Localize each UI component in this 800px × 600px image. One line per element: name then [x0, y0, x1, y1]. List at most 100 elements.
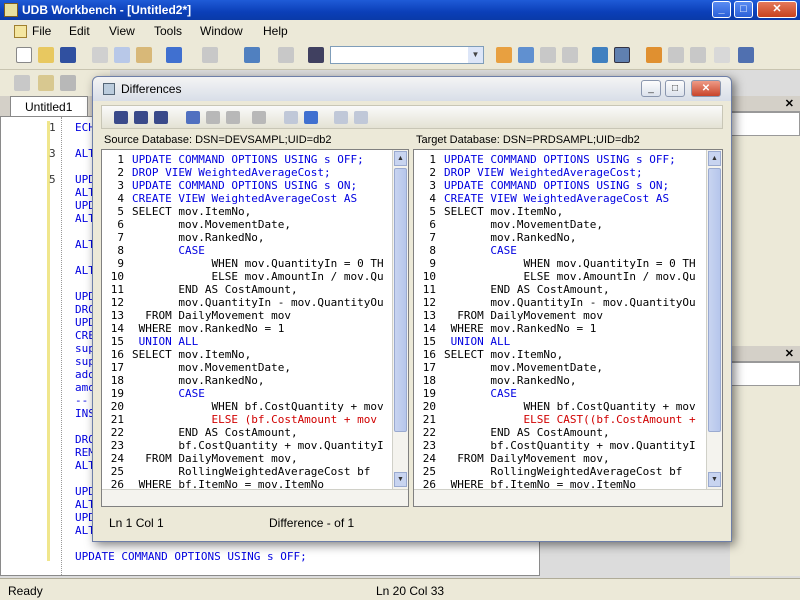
app-titlebar: UDB Workbench - [Untitled2*] _ □ ✕	[0, 0, 800, 20]
diff-line: 22 END AS CostAmount,	[414, 426, 706, 439]
stop-icon[interactable]	[278, 47, 294, 63]
dialog-close-button[interactable]: ✕	[691, 80, 721, 97]
diff-line: 24 FROM DailyMovement mov,	[102, 452, 394, 465]
diff-line: 4 CREATE VIEW WeightedAverageCost AS	[414, 192, 706, 205]
diff-line: 15 UNION ALL	[102, 335, 394, 348]
scroll-down-icon[interactable]: ▼	[394, 472, 407, 487]
minimize-button[interactable]: _	[712, 1, 731, 18]
window-icon[interactable]	[738, 47, 754, 63]
diff-line: 11 END AS CostAmount,	[414, 283, 706, 296]
script-icon[interactable]	[690, 47, 706, 63]
target-pane[interactable]: 1 UPDATE COMMAND OPTIONS USING s OFF; 2 DRO…	[413, 149, 723, 507]
merge-icon[interactable]	[252, 111, 266, 124]
export-icon[interactable]	[646, 47, 662, 63]
maximize-button[interactable]: □	[734, 1, 753, 18]
line-number: 12	[110, 296, 124, 309]
diff-line: 2 DROP VIEW WeightedAverageCost;	[102, 166, 394, 179]
diff-line: 6 mov.MovementDate,	[414, 218, 706, 231]
line-text: WHEN bf.CostQuantity + mov	[132, 400, 384, 413]
format-icon[interactable]	[60, 75, 76, 91]
schema-icon[interactable]	[540, 47, 556, 63]
change-marker	[47, 121, 50, 561]
line-text: CASE	[444, 387, 517, 400]
copy-left-icon[interactable]	[206, 111, 220, 124]
table-icon[interactable]	[714, 47, 730, 63]
line-text: END AS CostAmount,	[132, 426, 298, 439]
sync-icon[interactable]	[518, 47, 534, 63]
target-hscroll[interactable]	[414, 489, 722, 506]
code-line: --	[75, 394, 89, 407]
line-text: END AS CostAmount,	[444, 426, 610, 439]
line-number: 5	[117, 205, 124, 218]
connect-icon[interactable]	[14, 75, 30, 91]
find-icon[interactable]	[114, 111, 128, 124]
source-hscroll[interactable]	[102, 489, 408, 506]
scroll-down-icon[interactable]: ▼	[708, 472, 721, 487]
find-icon[interactable]	[308, 47, 324, 63]
up-arrow-icon[interactable]	[284, 111, 298, 124]
dialog-icon	[103, 83, 115, 95]
copy-right-icon[interactable]	[226, 111, 240, 124]
line-text: UNION ALL	[132, 335, 199, 348]
close-icon[interactable]: ✕	[785, 347, 794, 360]
line-text: mov.QuantityIn - mov.QuantityOu	[132, 296, 384, 309]
line-text: bf.CostQuantity + mov.QuantityI	[444, 439, 696, 452]
down-arrow-icon[interactable]	[304, 111, 318, 124]
new-icon[interactable]	[16, 47, 32, 63]
left-arrow-icon[interactable]	[334, 111, 348, 124]
open-icon[interactable]	[38, 47, 54, 63]
tool-icon[interactable]	[562, 47, 578, 63]
differences-dialog: Differences _ □ ✕ Source Database: DSN=D…	[92, 76, 732, 542]
diff-view-icon[interactable]	[614, 47, 630, 63]
sql-icon[interactable]	[668, 47, 684, 63]
line-number: 5	[49, 173, 56, 186]
menu-file[interactable]: File	[14, 24, 51, 38]
line-text: SELECT mov.ItemNo,	[132, 348, 252, 361]
target-vscroll[interactable]: ▲ ▼	[706, 150, 722, 490]
redo-icon[interactable]	[202, 47, 218, 63]
diff-line: 10 ELSE mov.AmountIn / mov.Qu	[414, 270, 706, 283]
scroll-up-icon[interactable]: ▲	[394, 151, 407, 166]
line-number: 3	[429, 179, 436, 192]
scroll-thumb[interactable]	[394, 168, 407, 432]
scroll-thumb[interactable]	[708, 168, 721, 432]
explain-icon[interactable]	[38, 75, 54, 91]
line-number: 25	[422, 465, 436, 478]
save-icon[interactable]	[60, 47, 76, 63]
source-pane[interactable]: 1 UPDATE COMMAND OPTIONS USING s OFF; 2 DRO…	[101, 149, 409, 507]
menu-tools[interactable]: Tools	[154, 24, 182, 38]
find-next-icon[interactable]	[134, 111, 148, 124]
undo-icon[interactable]	[166, 47, 182, 63]
menu-view[interactable]: View	[109, 24, 135, 38]
cut-icon[interactable]	[92, 47, 108, 63]
close-icon[interactable]: ✕	[785, 97, 794, 110]
line-text: WHEN mov.QuantityIn = 0 TH	[132, 257, 384, 270]
query-combo[interactable]: ▼	[330, 46, 484, 64]
run-icon[interactable]	[244, 47, 260, 63]
line-text: mov.MovementDate,	[444, 218, 603, 231]
menu-help[interactable]: Help	[263, 24, 288, 38]
panel-box	[730, 112, 800, 136]
line-text: mov.RankedNo,	[132, 374, 265, 387]
line-text: mov.RankedNo,	[132, 231, 265, 244]
line-text: CASE	[132, 244, 205, 257]
right-arrow-icon[interactable]	[354, 111, 368, 124]
find-prev-icon[interactable]	[154, 111, 168, 124]
compare-icon[interactable]	[496, 47, 512, 63]
diff-line: 23 bf.CostQuantity + mov.QuantityI	[102, 439, 394, 452]
source-vscroll[interactable]: ▲ ▼	[392, 150, 408, 490]
copy-icon[interactable]	[114, 47, 130, 63]
close-button[interactable]: ✕	[757, 1, 797, 18]
paste-icon[interactable]	[136, 47, 152, 63]
edit-icon[interactable]	[186, 111, 200, 124]
menu-edit[interactable]: Edit	[69, 24, 90, 38]
line-text: CREATE VIEW WeightedAverageCost AS	[444, 192, 670, 205]
scroll-up-icon[interactable]: ▲	[708, 151, 721, 166]
chevron-down-icon[interactable]: ▼	[468, 47, 483, 63]
menu-window[interactable]: Window	[200, 24, 243, 38]
grid-icon[interactable]	[592, 47, 608, 63]
line-number: 23	[110, 439, 124, 452]
tab-untitled1[interactable]: Untitled1	[10, 96, 88, 116]
dialog-minimize-button[interactable]: _	[641, 80, 661, 97]
dialog-maximize-button[interactable]: □	[665, 80, 685, 97]
